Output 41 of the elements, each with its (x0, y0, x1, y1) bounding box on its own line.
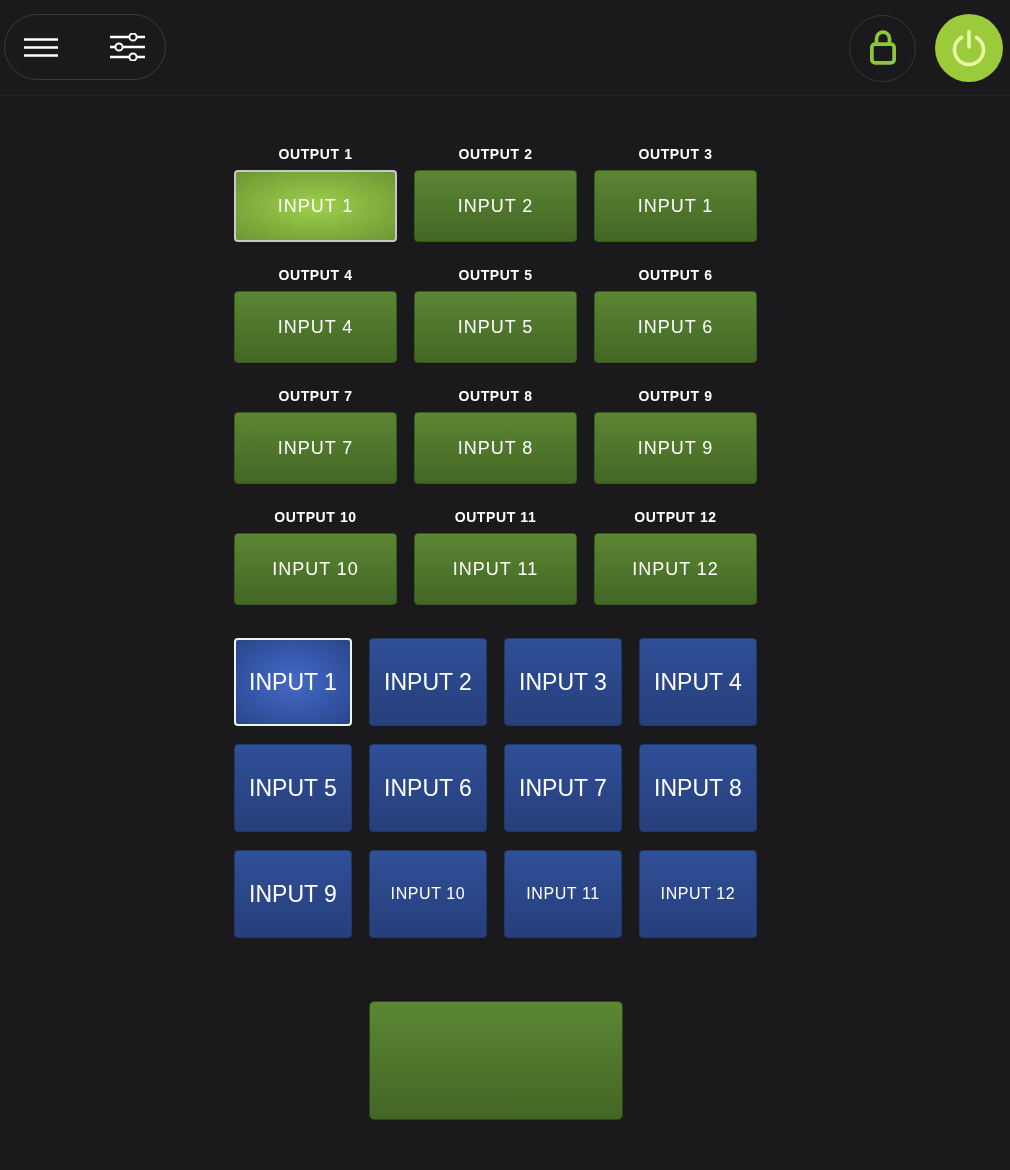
route-button[interactable]: INPUT 2 (414, 170, 577, 242)
route-button[interactable]: INPUT 4 (234, 291, 397, 363)
power-icon (950, 29, 988, 67)
route-button[interactable]: INPUT 9 (594, 412, 757, 484)
output-label: OUTPUT 8 (458, 387, 533, 405)
settings-button[interactable] (110, 33, 145, 61)
input-button[interactable]: INPUT 10 (369, 850, 487, 938)
route-button[interactable]: INPUT 1 (594, 170, 757, 242)
input-button[interactable]: INPUT 5 (234, 744, 352, 832)
output-label: OUTPUT 5 (458, 266, 533, 284)
output-label: OUTPUT 4 (278, 266, 353, 284)
output-label: OUTPUT 9 (638, 387, 713, 405)
empty-button[interactable] (368, 1001, 623, 1120)
input-button[interactable]: INPUT 4 (639, 638, 757, 726)
output-label: OUTPUT 10 (274, 508, 357, 526)
output-label: OUTPUT 6 (638, 266, 713, 284)
output-label: OUTPUT 3 (638, 145, 713, 163)
input-button[interactable]: INPUT 6 (369, 744, 487, 832)
input-button[interactable]: INPUT 11 (504, 850, 622, 938)
route-button[interactable]: INPUT 8 (414, 412, 577, 484)
input-button[interactable]: INPUT 2 (369, 638, 487, 726)
output-label: OUTPUT 2 (458, 145, 533, 163)
route-button[interactable]: INPUT 7 (234, 412, 397, 484)
input-button[interactable]: INPUT 12 (639, 850, 757, 938)
input-button[interactable]: INPUT 3 (504, 638, 622, 726)
input-button[interactable]: INPUT 1 (234, 638, 352, 726)
input-button[interactable]: INPUT 9 (234, 850, 352, 938)
route-button[interactable]: INPUT 5 (414, 291, 577, 363)
route-button[interactable]: INPUT 10 (234, 533, 397, 605)
output-label: OUTPUT 7 (278, 387, 353, 405)
input-button[interactable]: INPUT 8 (639, 744, 757, 832)
route-button[interactable]: INPUT 12 (594, 533, 757, 605)
input-button[interactable]: INPUT 7 (504, 744, 622, 832)
route-button[interactable]: INPUT 11 (414, 533, 577, 605)
output-label: OUTPUT 11 (454, 508, 537, 526)
sliders-icon (110, 33, 145, 61)
output-label: OUTPUT 12 (634, 508, 717, 526)
menu-button[interactable] (24, 37, 58, 57)
route-button[interactable]: INPUT 6 (594, 291, 757, 363)
output-label: OUTPUT 1 (278, 145, 353, 163)
menu-icon (24, 37, 58, 57)
